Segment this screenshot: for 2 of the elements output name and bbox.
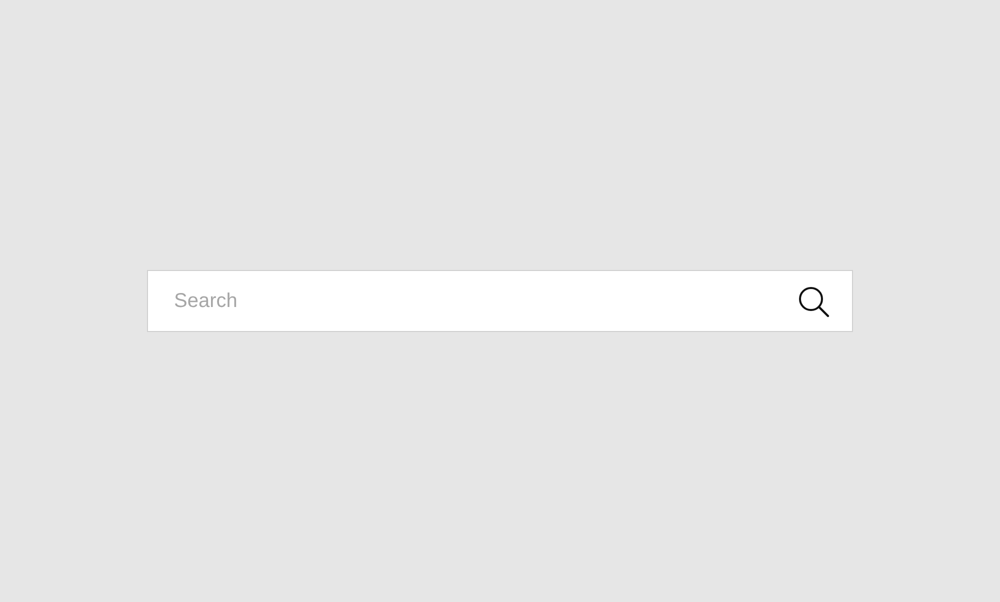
search-field[interactable]: Search	[147, 270, 853, 332]
search-icon[interactable]	[798, 286, 830, 318]
